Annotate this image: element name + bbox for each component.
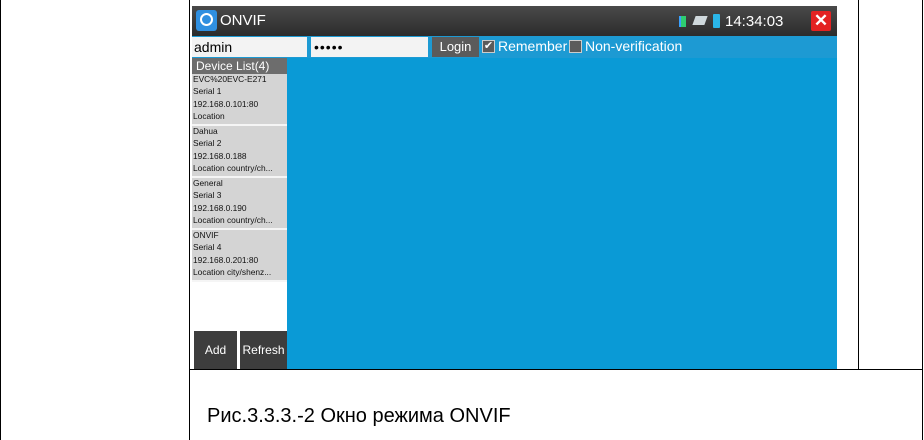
device-list-item[interactable]: General Serial 3 192.168.0.190 Location … (192, 178, 287, 230)
device-list-item[interactable]: EVC%20EVC-E271 Serial 1 192.168.0.101:80… (192, 74, 287, 126)
device-address: 192.168.0.188 (193, 150, 247, 161)
device-name: General (193, 178, 223, 188)
title-bar: ONVIF 14:34:03 ✕ (192, 6, 837, 36)
table-border-left (0, 0, 1, 440)
device-list-item[interactable]: ONVIF Serial 4 192.168.0.201:80 Location… (192, 230, 287, 282)
table-border-inner-left (189, 0, 190, 440)
app-title: ONVIF (220, 12, 266, 29)
table-border-right (922, 0, 923, 440)
onvif-logo-icon (196, 10, 217, 31)
figure-caption: Рис.3.3.3.-2 Окно режима ONVIF (207, 405, 511, 427)
remember-label: Remember (498, 38, 568, 54)
device-name: Dahua (193, 126, 218, 136)
device-serial: Serial 2 (193, 138, 222, 149)
device-list-panel: Device List(4) EVC%20EVC-E271 Serial 1 1… (192, 58, 287, 369)
sim-status-icon (679, 16, 686, 27)
username-input[interactable]: admin (192, 37, 307, 57)
login-button[interactable]: Login (432, 37, 479, 57)
device-location: Location (193, 111, 225, 122)
battery-icon (713, 14, 720, 28)
device-address: 192.168.0.201:80 (193, 254, 259, 265)
device-location: Location city/shenz... (193, 267, 272, 278)
non-verification-checkbox[interactable] (569, 40, 582, 53)
device-serial: Serial 3 (193, 190, 222, 201)
clock: 14:34:03 (725, 13, 784, 30)
device-address: 192.168.0.190 (193, 202, 247, 213)
login-bar: admin ••••• Login ✔ Remember Non-verific… (192, 36, 837, 58)
add-button[interactable]: Add (194, 331, 237, 369)
device-list-item[interactable]: Dahua Serial 2 192.168.0.188 Location co… (192, 126, 287, 178)
device-name: ONVIF (193, 230, 219, 240)
password-input[interactable]: ••••• (311, 37, 428, 57)
remember-checkbox[interactable]: ✔ (482, 40, 495, 53)
device-serial: Serial 4 (193, 242, 222, 253)
device-list-actions: Add Refresh (192, 331, 287, 369)
device-location: Location country/ch... (193, 163, 273, 174)
device-location: Location country/ch... (193, 215, 273, 226)
device-name: EVC%20EVC-E271 (193, 74, 267, 84)
close-button[interactable]: ✕ (811, 11, 831, 31)
device-screen: ONVIF 14:34:03 ✕ admin ••••• Login ✔ Rem… (192, 6, 837, 369)
network-status-icon (692, 16, 708, 25)
device-address: 192.168.0.101:80 (193, 98, 259, 109)
refresh-button[interactable]: Refresh (240, 331, 287, 369)
non-verification-label: Non-verification (585, 38, 683, 54)
device-list-header: Device List(4) (192, 58, 287, 74)
table-border-mid (189, 369, 923, 370)
device-serial: Serial 1 (193, 86, 222, 97)
table-border-inner-right (858, 0, 859, 370)
